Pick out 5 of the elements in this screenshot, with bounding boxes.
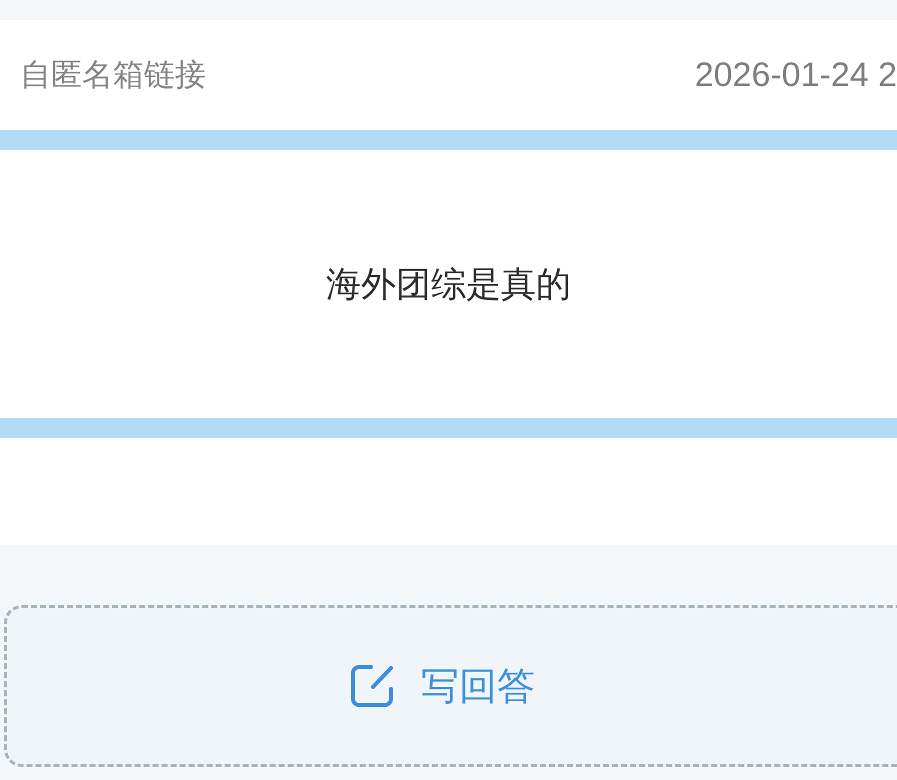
question-text: 海外团综是真的: [326, 264, 571, 306]
edit-icon: [349, 663, 395, 709]
date-label: 2026-01-24 2: [694, 56, 897, 94]
write-answer-button[interactable]: 写回答: [4, 605, 897, 767]
source-label: 自匿名箱链接: [20, 56, 206, 95]
